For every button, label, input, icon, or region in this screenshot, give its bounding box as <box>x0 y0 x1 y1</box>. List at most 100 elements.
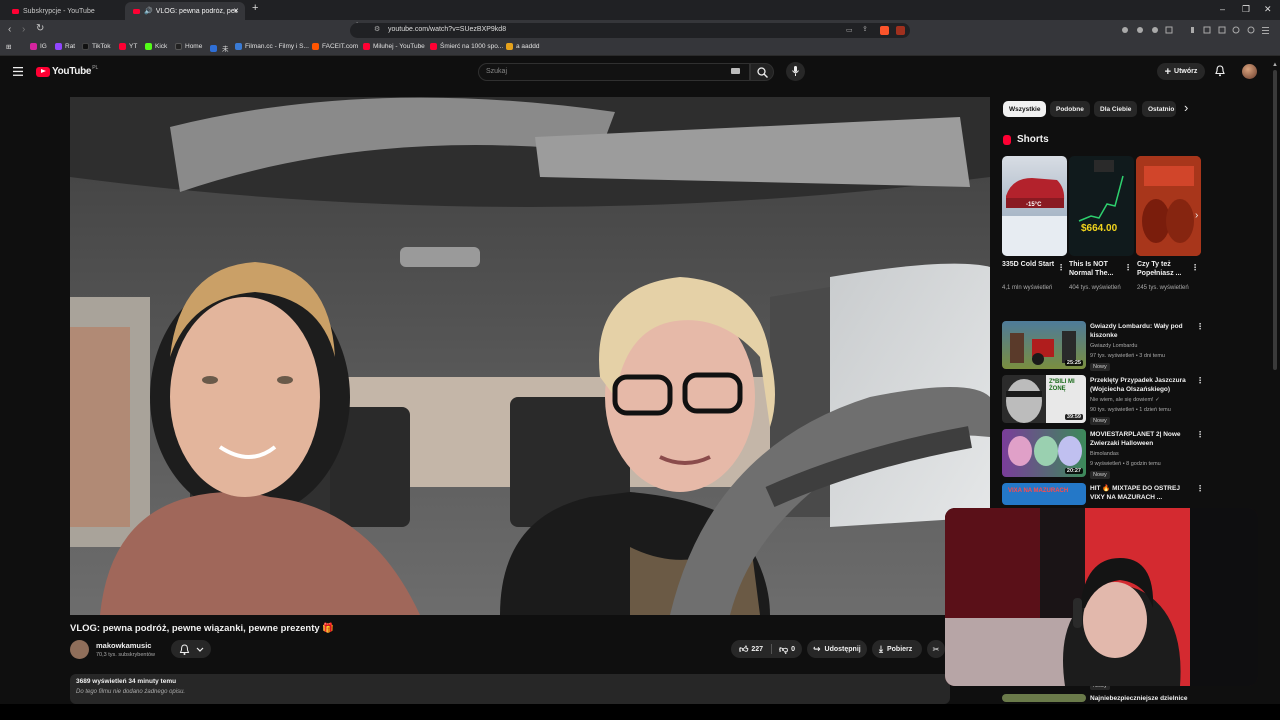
bookmark-favicon-icon <box>82 43 89 50</box>
short-thumbnail[interactable]: -15°C <box>1002 156 1067 256</box>
youtube-favicon-icon <box>12 8 19 14</box>
scroll-up-icon[interactable]: ▲ <box>1272 62 1278 68</box>
video-channel[interactable]: Gwiazdy Lombardu <box>1090 343 1137 349</box>
menu-icon[interactable] <box>13 67 23 76</box>
minimize-button[interactable]: – <box>1220 4 1225 14</box>
account-avatar[interactable] <box>1242 64 1257 79</box>
plus-icon: + <box>1164 65 1172 78</box>
video-channel[interactable]: Nie wiem, ale się dowiem! ✓ <box>1090 397 1160 403</box>
bookmark-favicon-icon <box>363 43 370 50</box>
video-title-link[interactable]: Gwiazdy Lombardu: Wały pod kiszonke <box>1090 322 1190 340</box>
video-thumbnail[interactable]: 25:25 <box>1002 321 1086 369</box>
site-info-icon[interactable]: ⚙ <box>374 25 380 33</box>
short-overlay-text: -15°C <box>1026 202 1042 208</box>
share-button[interactable]: ↪ Udostępnij <box>807 640 867 658</box>
chip-recent[interactable]: Ostatnio <box>1142 101 1176 117</box>
voice-search-button[interactable] <box>786 62 805 81</box>
share-page-icon[interactable]: ⇪ <box>862 25 868 33</box>
chip-all[interactable]: Wszystkie <box>1003 101 1047 117</box>
back-icon[interactable]: ‹ <box>8 24 11 35</box>
video-title-link[interactable]: MOVIESTARPLANET 2| Nowe Zwierzaki Hallow… <box>1090 430 1190 448</box>
apps-grid-icon[interactable]: ⊞ <box>6 43 11 51</box>
new-tab-button[interactable]: + <box>252 2 258 14</box>
dislike-button[interactable]: 👎︎ 0 <box>772 640 802 658</box>
chip-related[interactable]: Podobne <box>1050 101 1090 117</box>
video-player[interactable] <box>70 97 990 615</box>
bookmark-ig[interactable]: IG <box>30 43 47 50</box>
brave-shield-icon[interactable] <box>880 26 889 35</box>
bookmark-filman[interactable]: Filman.cc - Filmy i S... <box>235 43 309 50</box>
video-title-link[interactable]: Przeklęty Przypadek Jaszczura (Wojciecha… <box>1090 376 1190 394</box>
bookmark-kick[interactable]: Kick <box>145 43 167 50</box>
bookmark-miluhej[interactable]: Miluhej - YouTube <box>363 43 425 50</box>
bookmark-rat[interactable]: Rat <box>55 43 75 50</box>
download-icon: ⤓ <box>879 643 883 654</box>
short-more-icon[interactable]: ⋮ <box>1191 263 1199 272</box>
video-thumbnail[interactable]: VIXA NA MAZURACH <box>1002 483 1086 505</box>
bookmark-faceit[interactable]: FACEIT.com <box>312 43 358 50</box>
extension-icons[interactable] <box>1120 25 1270 35</box>
youtube-logo[interactable]: YouTube PL <box>36 65 98 77</box>
bookmark-aaddd[interactable]: a aaddd <box>506 43 540 50</box>
speaker-icon: 🔊 <box>144 8 153 15</box>
chevron-down-icon <box>196 647 204 652</box>
clip-button[interactable]: ✂ <box>927 640 945 658</box>
url-text: youtube.com/watch?v=SUezBXP9kd8 <box>388 26 507 33</box>
dislike-count: 0 <box>791 645 796 653</box>
shorts-next-icon[interactable]: › <box>1195 210 1198 221</box>
bookmark-home[interactable]: Home <box>175 43 202 50</box>
search-button[interactable] <box>750 63 774 81</box>
video-channel[interactable]: Bimolandas <box>1090 451 1119 457</box>
close-window-button[interactable]: ✕ <box>1264 4 1272 15</box>
video-more-icon[interactable]: ⋮ <box>1196 484 1204 493</box>
bookmark-yt[interactable]: YT <box>119 43 137 50</box>
install-app-icon[interactable]: ▭ <box>846 26 853 34</box>
like-count: 227 <box>751 645 764 653</box>
video-more-icon[interactable]: ⋮ <box>1196 322 1204 331</box>
tab-close-icon[interactable]: ✕ <box>233 7 239 15</box>
short-title[interactable]: This Is NOT Normal The... <box>1069 260 1124 278</box>
keyboard-icon[interactable] <box>731 68 740 74</box>
channel-name[interactable]: makowkamusic <box>96 641 151 650</box>
short-title[interactable]: 335D Cold Start <box>1002 260 1057 269</box>
bookmark-tiktok[interactable]: TikTok <box>82 43 111 50</box>
short-more-icon[interactable]: ⋮ <box>1057 263 1065 272</box>
search-input[interactable]: Szukaj <box>478 63 750 81</box>
like-button[interactable]: 👍︎ 227 <box>731 640 771 658</box>
video-thumbnail[interactable]: Z*BILI MI ŻONĘ 39:59 <box>1002 375 1086 423</box>
video-meta: 9 wyświetleń • 8 godzin temu <box>1090 461 1161 467</box>
thumbs-up-icon: 👍︎ <box>738 643 749 654</box>
download-button[interactable]: ⤓ Pobierz <box>872 640 922 658</box>
reload-icon[interactable]: ↻ <box>36 23 44 34</box>
chevron-right-icon[interactable]: › <box>1184 100 1188 115</box>
description-box[interactable]: 3689 wyświetleń 34 minuty temu Do tego f… <box>70 674 950 704</box>
browser-tab-subscriptions[interactable]: Subskrypcje - YouTube <box>4 2 122 20</box>
video-title-link[interactable]: HIT 🔥 MIXTAPE DO OSTREJ VIXY NA MAZURACH… <box>1090 484 1190 502</box>
video-more-icon[interactable]: ⋮ <box>1196 376 1204 385</box>
maximize-button[interactable]: ❐ <box>1242 4 1250 15</box>
short-thumbnail[interactable] <box>1136 156 1201 256</box>
tab-label: Subskrypcje - YouTube <box>23 7 95 15</box>
subscription-bell-button[interactable] <box>171 640 211 658</box>
short-more-icon[interactable]: ⋮ <box>1124 263 1132 272</box>
bookmark-favicon-icon <box>312 43 319 50</box>
channel-avatar[interactable] <box>70 640 89 659</box>
short-overlay-text: $664.00 <box>1081 223 1118 234</box>
video-more-icon[interactable]: ⋮ <box>1196 430 1204 439</box>
forward-icon[interactable]: › <box>22 24 25 35</box>
video-thumbnail[interactable] <box>1002 694 1086 702</box>
bookmark-unnamed[interactable]: 未 <box>210 43 229 53</box>
subscriber-count: 70,3 tys. subskrybentów <box>96 652 156 658</box>
notifications-bell-icon[interactable] <box>1215 65 1225 77</box>
short-title[interactable]: Czy Ty też Popełniasz ... <box>1137 260 1192 278</box>
browser-tab-vlog[interactable]: 🔊 VLOG: pewna podróż, pewne ✕ <box>125 2 245 20</box>
address-bar[interactable]: ⚙ youtube.com/watch?v=SUezBXP9kd8 ▭ ⇪ <box>350 23 910 38</box>
video-duration: 20:27 <box>1064 468 1083 474</box>
chip-for-you[interactable]: Dla Ciebie <box>1094 101 1138 117</box>
page-scrollbar[interactable] <box>1273 70 1277 370</box>
rewards-icon[interactable] <box>896 26 905 35</box>
short-thumbnail[interactable]: $664.00 <box>1069 156 1134 256</box>
video-thumbnail[interactable]: 20:27 <box>1002 429 1086 477</box>
bookmark-smierc[interactable]: Śmierć na 1000 spo... <box>430 43 503 50</box>
create-button[interactable]: + Utwórz <box>1157 63 1205 80</box>
